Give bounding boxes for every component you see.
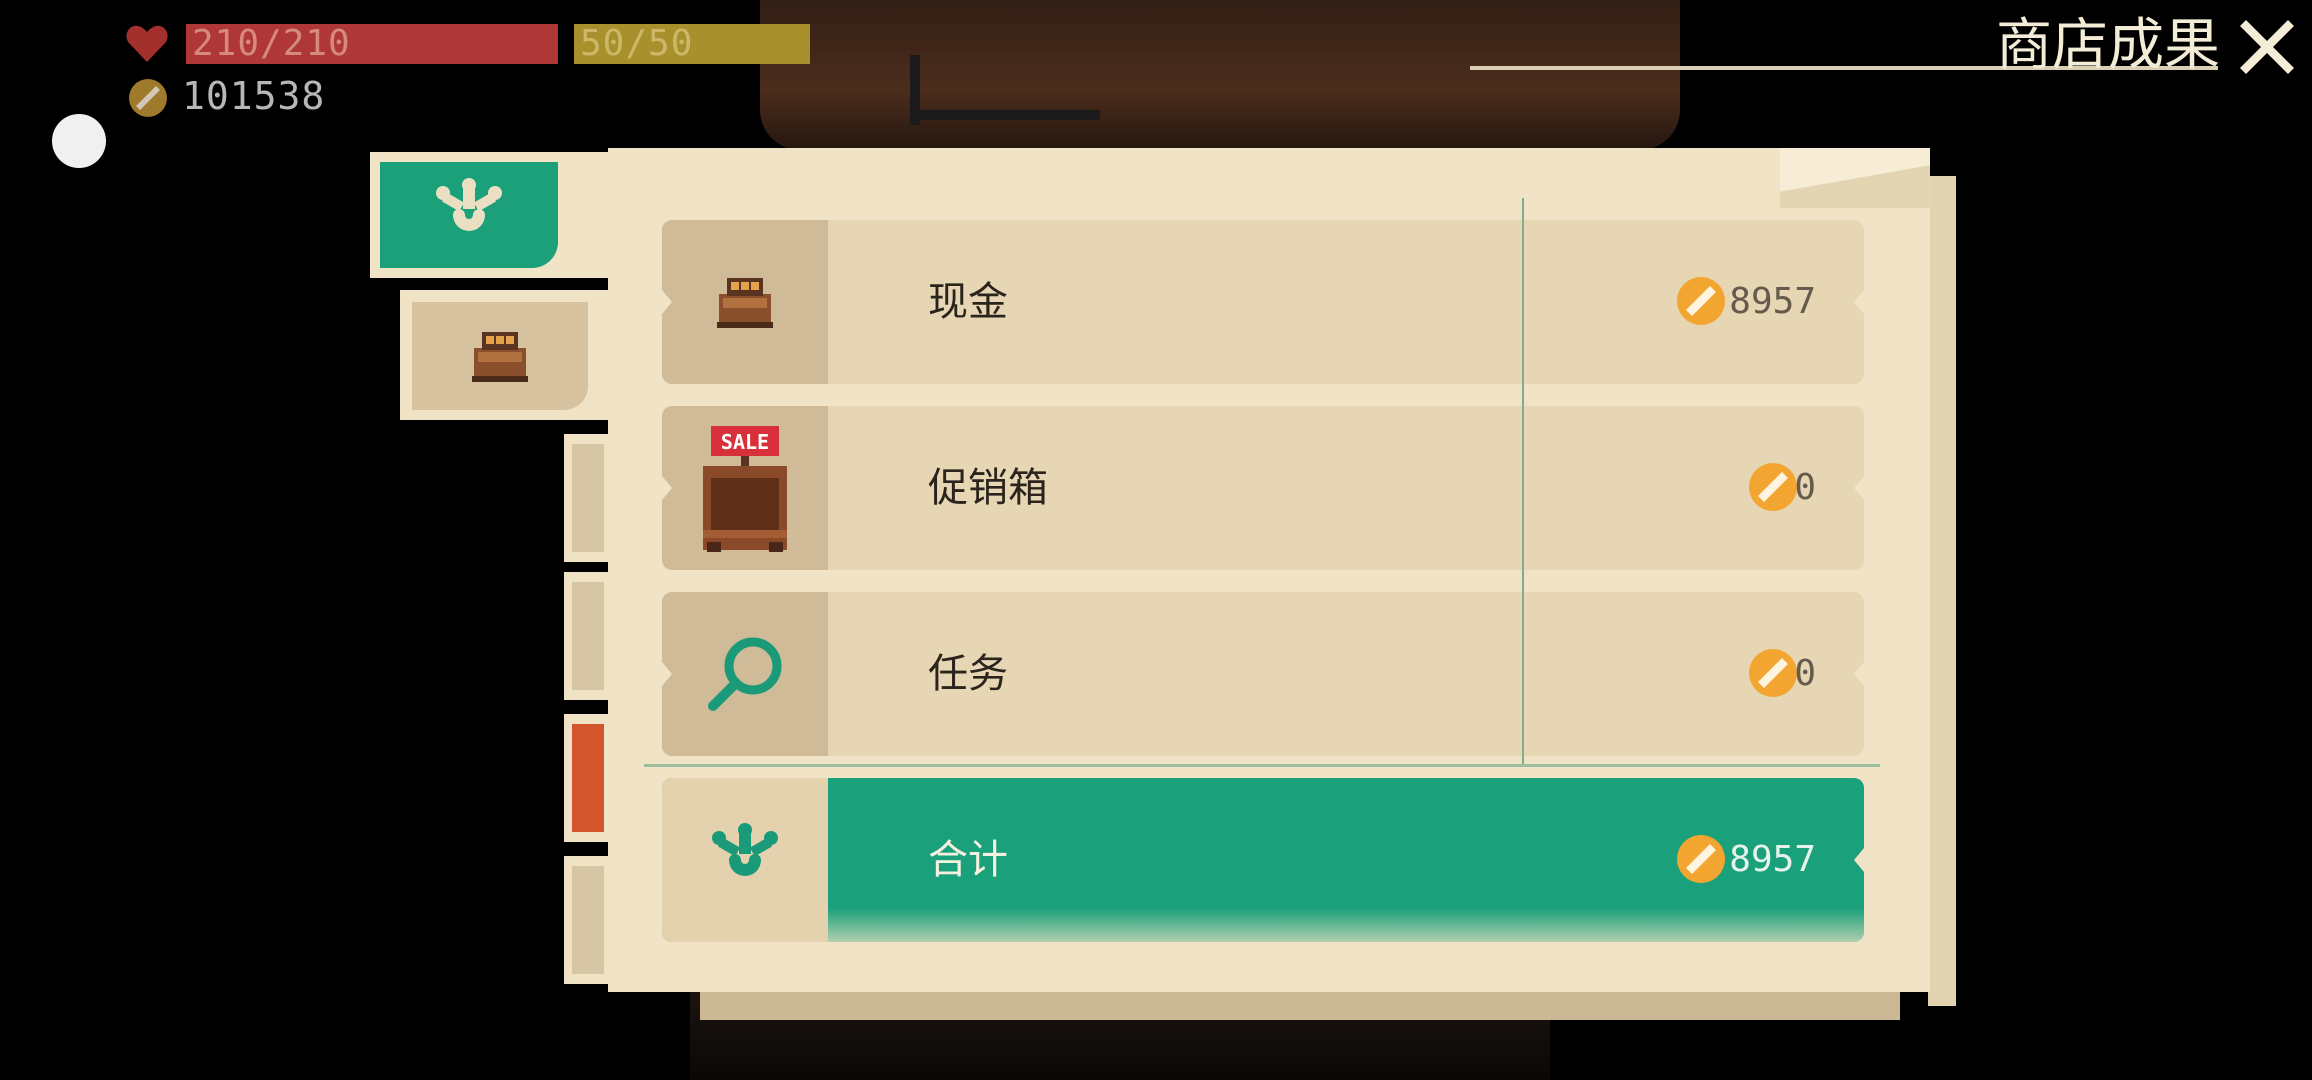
gold-coin-icon: [129, 79, 167, 117]
row-value: 0: [1794, 467, 1816, 508]
shop-emblem-icon: [712, 823, 778, 876]
list-item-total: 合计 8957: [662, 778, 1864, 942]
gold-coin-icon: [1677, 835, 1725, 883]
total-value: 8957: [1729, 839, 1816, 880]
background-pipe: [910, 110, 1100, 120]
close-icon[interactable]: [2232, 12, 2302, 82]
row-icon-cell: [662, 592, 828, 756]
gold-amount: 101538: [182, 74, 326, 118]
gold-coin-icon: [1749, 463, 1797, 511]
sale-box-icon: SALE: [703, 426, 787, 552]
sale-sign-text: SALE: [721, 430, 769, 454]
row-icon-cell: [662, 778, 828, 942]
gold-coin-icon: [1677, 277, 1725, 325]
health-bar: 210/210: [186, 24, 558, 64]
side-tab[interactable]: [564, 714, 612, 842]
row-label: 促销箱: [928, 465, 1048, 511]
tab-cash-register-inner[interactable]: [412, 302, 588, 410]
shop-background: [760, 0, 1680, 150]
row-value: 8957: [1729, 281, 1816, 322]
panel-folded-corner: [1780, 148, 1930, 208]
page-title: 商店成果: [1996, 13, 2220, 78]
list-item-sale-box: SALE 促销箱 0: [662, 406, 1864, 570]
total-divider: [644, 764, 1880, 767]
shop-emblem-icon: [436, 178, 502, 231]
magnifier-icon: [708, 637, 782, 711]
tab-summary-active[interactable]: [380, 162, 558, 268]
cash-register-icon: [717, 278, 773, 328]
row-icon-cell: SALE: [662, 406, 828, 570]
gold-coin-icon: [1749, 649, 1797, 697]
row-icon-cell: [662, 220, 828, 384]
total-label: 合计: [928, 837, 1008, 883]
side-tab[interactable]: [564, 856, 612, 984]
panel-edge: [1928, 176, 1956, 1006]
list-item-quests: 任务 0: [662, 592, 1864, 756]
side-tab[interactable]: [564, 434, 612, 562]
cash-register-icon: [472, 332, 528, 382]
floating-joystick-button[interactable]: [52, 114, 106, 168]
row-label: 任务: [928, 651, 1008, 697]
column-divider: [1522, 198, 1524, 764]
row-value: 0: [1794, 653, 1816, 694]
row-label: 现金: [928, 279, 1008, 325]
side-tab[interactable]: [564, 572, 612, 700]
list-item-cash: 现金 8957: [662, 220, 1864, 384]
energy-bar: 50/50: [574, 24, 810, 64]
heart-icon: [126, 25, 168, 62]
